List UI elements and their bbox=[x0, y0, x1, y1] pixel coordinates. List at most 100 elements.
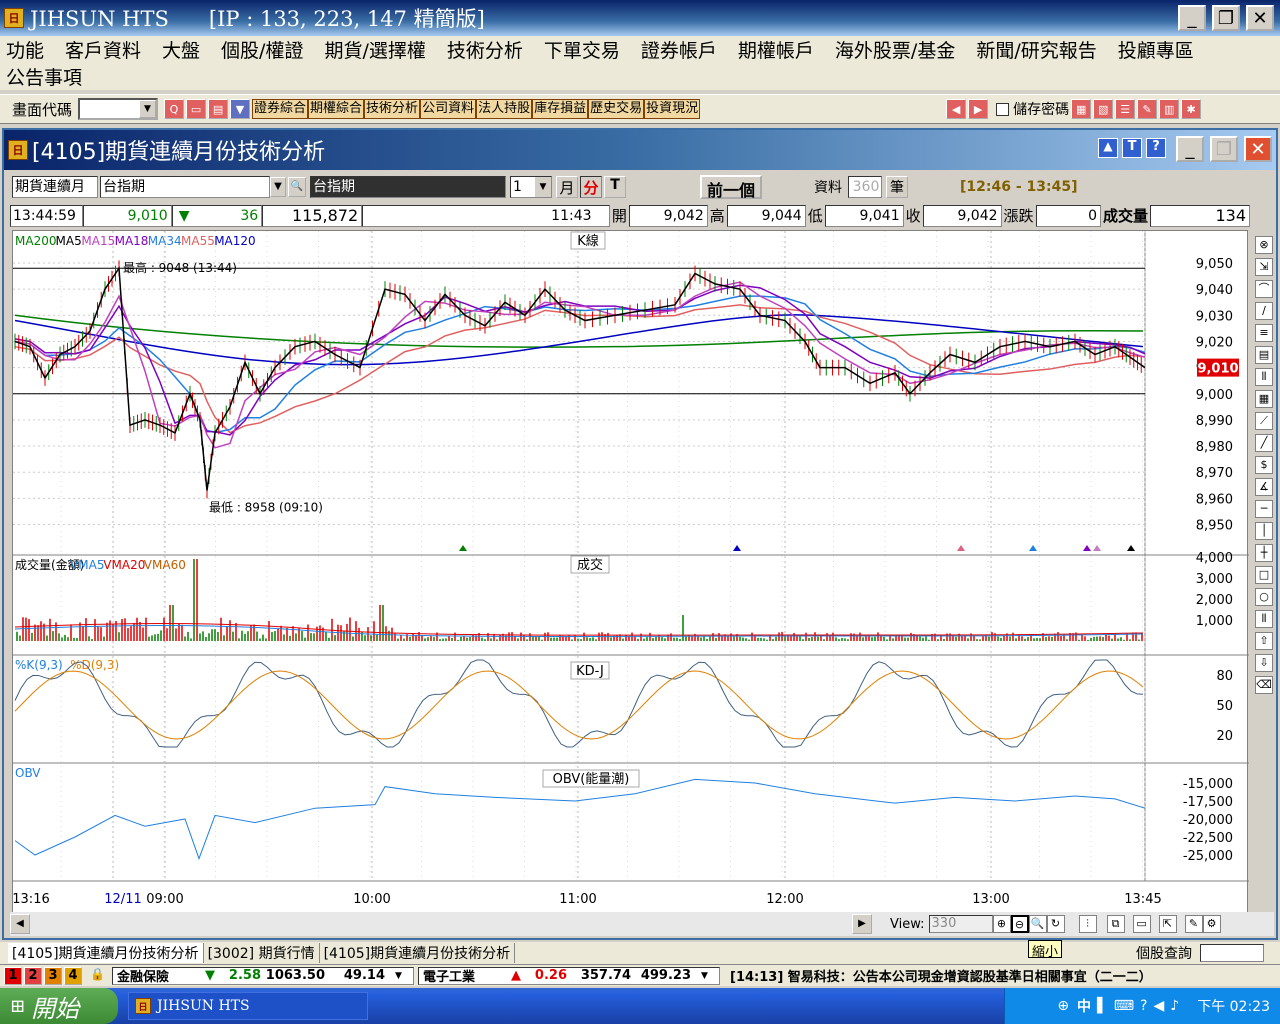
help-icon[interactable]: ? bbox=[1146, 138, 1166, 158]
line-icon[interactable]: ∕ bbox=[1255, 302, 1273, 320]
menu-item-row11[interactable]: 客戶資料 bbox=[65, 36, 141, 63]
quick-button-6[interactable]: 歷史交易 bbox=[588, 99, 645, 119]
window-close-button[interactable]: ✕ bbox=[1244, 136, 1272, 162]
copy-icon[interactable]: ⧉ bbox=[1106, 915, 1125, 933]
save-password-checkbox[interactable] bbox=[996, 102, 1010, 116]
ticker-page-3[interactable]: 4 bbox=[64, 966, 82, 985]
help-icon[interactable]: ? bbox=[1140, 998, 1147, 1014]
minimize-button[interactable]: _ bbox=[1178, 5, 1206, 31]
network-icon[interactable]: ⊕ bbox=[1057, 998, 1069, 1014]
ticker-page-2[interactable]: 3 bbox=[44, 966, 62, 985]
table-icon[interactable]: ▥ bbox=[1159, 99, 1180, 119]
quick-button-2[interactable]: 技術分析 bbox=[364, 99, 421, 119]
month-button[interactable]: 月 bbox=[556, 176, 578, 198]
pen-icon[interactable]: ✎ bbox=[1184, 915, 1203, 933]
vline-icon[interactable]: │ bbox=[1255, 522, 1273, 540]
grid-icon[interactable]: ▦ bbox=[1071, 99, 1092, 119]
window-restore-button[interactable]: ❐ bbox=[1210, 136, 1238, 162]
tab-1[interactable]: [3002] 期貨行情 bbox=[204, 943, 320, 963]
chevron-down-icon[interactable]: ▼ bbox=[139, 100, 157, 118]
ime-indicator[interactable]: 中 bbox=[1077, 996, 1091, 1016]
menu-item-row14[interactable]: 期貨/選擇權 bbox=[324, 36, 425, 63]
up-icon[interactable]: ⇧ bbox=[1255, 632, 1273, 650]
fib-icon[interactable]: ≡ bbox=[1255, 324, 1273, 342]
expand-tray-icon[interactable]: ◀ bbox=[1153, 998, 1164, 1014]
menu-item-row20[interactable]: 公告事項 bbox=[6, 63, 82, 90]
start-button[interactable]: ⊞ 開始 bbox=[0, 988, 118, 1024]
keyboard-icon[interactable]: ⌨ bbox=[1114, 998, 1134, 1014]
quick-button-3[interactable]: 公司資料 bbox=[420, 99, 477, 119]
menu-item-row18[interactable]: 期權帳戶 bbox=[738, 36, 814, 63]
data-count-field[interactable]: 360 bbox=[848, 176, 882, 198]
product-field[interactable]: 台指期 bbox=[100, 176, 270, 198]
menu-item-row10[interactable]: 功能 bbox=[6, 36, 44, 63]
view-field[interactable]: 330 bbox=[928, 915, 993, 933]
window-icon[interactable]: ▭ bbox=[1132, 915, 1151, 933]
list-icon[interactable]: ☰ bbox=[1115, 99, 1136, 119]
slash-icon[interactable]: ╱ bbox=[1255, 434, 1273, 452]
search-icon[interactable]: 🔍 bbox=[288, 177, 306, 197]
window-minimize-button[interactable]: _ bbox=[1176, 136, 1204, 162]
zoom-out-icon[interactable]: ⊖ bbox=[1010, 915, 1029, 933]
tick-button[interactable]: T bbox=[604, 176, 626, 198]
minute-button[interactable]: 分 bbox=[580, 176, 602, 198]
ticker-page-0[interactable]: 1 bbox=[4, 966, 22, 985]
pattern-icon[interactable]: ▦ bbox=[1255, 390, 1273, 408]
ime-mode-icon[interactable]: ▌ bbox=[1097, 998, 1108, 1014]
search-icon[interactable]: Q bbox=[164, 99, 185, 119]
menu-item-row16[interactable]: 下單交易 bbox=[544, 36, 620, 63]
ticker-item[interactable]: 電子工業 ▲ 0.26 357.74 499.23 ▼ bbox=[418, 966, 720, 985]
scroll-left-icon[interactable]: ◀ bbox=[10, 914, 30, 934]
arc-icon[interactable]: ⌒ bbox=[1255, 280, 1273, 298]
indicator-icon[interactable]: ⫶ bbox=[1078, 915, 1097, 933]
grid-icon[interactable]: ▤ bbox=[1255, 346, 1273, 364]
cross-icon[interactable]: ┼ bbox=[1255, 544, 1273, 562]
bars-icon[interactable]: ⦀ bbox=[1255, 368, 1273, 386]
scroll-right-icon[interactable]: ▶ bbox=[852, 914, 872, 934]
window-icon[interactable]: ▭ bbox=[186, 99, 207, 119]
tab-2[interactable]: [4105]期貨連續月份技術分析 bbox=[320, 943, 516, 963]
settings-icon[interactable]: ⚙ bbox=[1202, 915, 1221, 933]
lock-icon[interactable]: 🔒 bbox=[90, 967, 106, 985]
print-icon[interactable]: ▤ bbox=[208, 99, 229, 119]
dropdown-icon[interactable]: ▼ bbox=[230, 99, 251, 119]
menu-item-row13[interactable]: 個股/權證 bbox=[221, 36, 303, 63]
eraser-icon[interactable]: ⌫ bbox=[1255, 676, 1273, 694]
arrow-right-icon[interactable]: ▶ bbox=[968, 99, 989, 119]
arrow-left-icon[interactable]: ◀ bbox=[946, 99, 967, 119]
chevron-down-icon[interactable]: ▼ bbox=[395, 971, 409, 981]
trend-icon[interactable]: ⟋ bbox=[1255, 412, 1273, 430]
news-ticker[interactable]: [14:13] 智易科技：公告本公司現金增資認股基準日相關事宜（二一二） bbox=[730, 966, 1152, 985]
ticker-item[interactable]: 金融保險 ▼ 2.58 1063.50 49.14 ▼ bbox=[112, 966, 414, 985]
angle-icon[interactable]: ∡ bbox=[1255, 478, 1273, 496]
volume-icon[interactable]: ♪ bbox=[1170, 998, 1179, 1014]
quick-button-7[interactable]: 投資現況 bbox=[644, 99, 701, 119]
prev-button[interactable]: 前一個 bbox=[700, 175, 762, 200]
chart-area[interactable]: 9,050 9,040 9,030 9,020 9,010 9,000 8,990 8,980… bbox=[12, 230, 1249, 914]
triangle-up-icon[interactable]: ▲ bbox=[1098, 138, 1118, 158]
quick-button-1[interactable]: 期權綜合 bbox=[308, 99, 365, 119]
quick-button-5[interactable]: 庫存損益 bbox=[532, 99, 589, 119]
settings-icon[interactable]: ✱ bbox=[1181, 99, 1202, 119]
menu-item-row111[interactable]: 投顧專區 bbox=[1118, 36, 1194, 63]
chevron-down-icon[interactable]: ▼ bbox=[270, 177, 286, 197]
grid2-icon[interactable]: ⦀ bbox=[1255, 610, 1273, 628]
menu-item-row15[interactable]: 技術分析 bbox=[447, 36, 523, 63]
hline-icon[interactable]: ─ bbox=[1255, 500, 1273, 518]
speed-icon[interactable]: $ bbox=[1255, 456, 1273, 474]
taskbar-app-item[interactable]: 日 JIHSUN HTS bbox=[128, 992, 368, 1020]
select-icon[interactable]: ⇲ bbox=[1255, 258, 1273, 276]
close-button[interactable]: ✕ bbox=[1246, 5, 1274, 31]
chevron-down-icon[interactable]: ▼ bbox=[535, 177, 551, 197]
tab-0[interactable]: [4105]期貨連續月份技術分析 bbox=[8, 943, 204, 963]
product-type-field[interactable]: 期貨連續月 bbox=[12, 176, 98, 198]
quick-button-0[interactable]: 證券綜合 bbox=[252, 99, 309, 119]
chevron-down-icon[interactable]: ▼ bbox=[701, 971, 715, 981]
chart-scrollbar[interactable]: ◀ ▶ View: 330 ⊕ ⊖ 🔍 ↻ ⫶ ⧉ ▭ ⇱ ✎ ⚙ bbox=[10, 912, 1274, 936]
menu-item-row110[interactable]: 新聞/研究報告 bbox=[976, 36, 1096, 63]
menu-item-row12[interactable]: 大盤 bbox=[162, 36, 200, 63]
restore-button[interactable]: ❐ bbox=[1212, 5, 1240, 31]
clear-icon[interactable]: ⊗ bbox=[1255, 236, 1273, 254]
chart-icon[interactable]: ▧ bbox=[1093, 99, 1114, 119]
stock-query-input[interactable] bbox=[1200, 944, 1264, 962]
